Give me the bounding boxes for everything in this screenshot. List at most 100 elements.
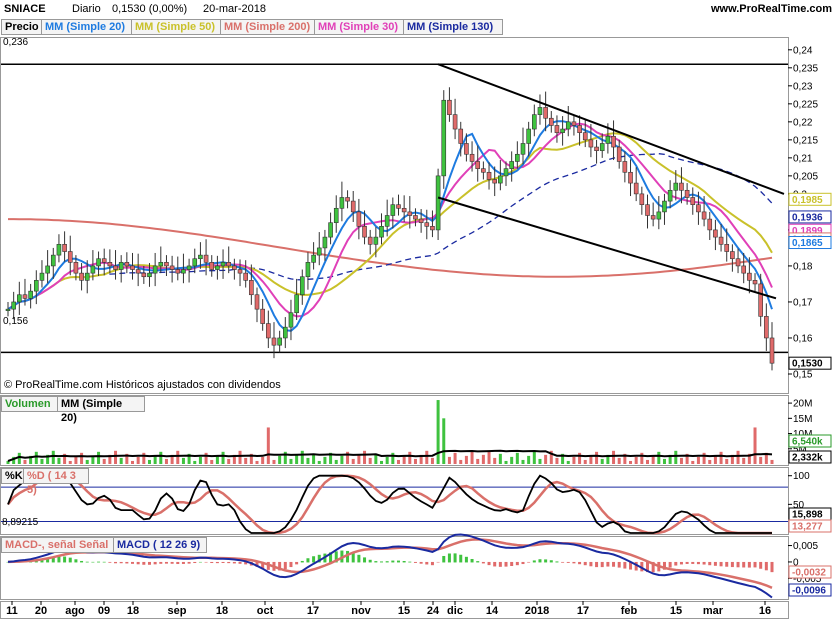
volume-bar — [238, 450, 242, 464]
candle-body — [696, 204, 701, 213]
volume-bar — [527, 455, 531, 464]
volume-ytick-label: 20M — [793, 399, 812, 410]
volume-bar — [481, 454, 485, 464]
volume-bar — [159, 451, 163, 464]
macd-histogram-bar — [119, 561, 123, 564]
candle-body — [548, 117, 554, 126]
candle-body — [758, 283, 763, 317]
volume-ytick-label: 15M — [793, 414, 812, 425]
macd-histogram-bar — [702, 561, 706, 565]
macd-histogram-bar — [102, 561, 106, 563]
volume-bar — [742, 457, 746, 464]
legend-d[interactable]: %D ( 14 3 5) — [23, 468, 89, 496]
macd-histogram-bar — [402, 560, 406, 563]
volume-bar — [317, 460, 321, 464]
candle-body — [186, 265, 192, 270]
macd-histogram-bar — [221, 561, 225, 563]
stoch-ytick-label: 100 — [793, 471, 810, 482]
volume-bar — [340, 455, 344, 464]
macd-histogram-bar — [555, 561, 559, 563]
volume-bar — [51, 450, 55, 464]
volume-bar — [147, 459, 151, 464]
candle-body — [203, 254, 209, 263]
macd-histogram-bar — [312, 556, 316, 563]
xtick-label: ago — [65, 605, 85, 617]
candle-body — [79, 272, 84, 281]
candle-body — [588, 139, 594, 148]
macd-histogram-bar — [696, 561, 700, 565]
candle-body — [299, 276, 305, 296]
volume-bar — [470, 451, 474, 464]
axes: 0,240,2350,230,2250,220,2150,210,2050,20… — [6, 45, 832, 617]
volume-bar — [555, 457, 559, 464]
candle-body — [311, 254, 316, 263]
candle-body — [152, 265, 158, 274]
candle-body — [413, 215, 418, 220]
macd-histogram-bar — [515, 561, 519, 566]
legend-macd[interactable]: MACD ( 12 26 9) — [113, 537, 207, 553]
macd-histogram-bar — [74, 559, 78, 563]
macd-histogram-bar — [396, 560, 400, 563]
candle-body — [339, 197, 345, 209]
candle-body — [328, 222, 333, 238]
volume-bar — [402, 455, 406, 464]
macd-histogram-bar — [759, 561, 763, 569]
volume-bar — [97, 451, 101, 464]
macd-histogram-bar — [685, 561, 689, 564]
legend-volumen[interactable]: Volumen — [1, 396, 59, 412]
level-low-label: 0,156 — [3, 316, 28, 327]
volume-bar — [57, 457, 61, 464]
candle-body — [305, 262, 311, 278]
volume-bar — [408, 451, 412, 464]
volume-tag-label: 2,332k — [792, 453, 823, 464]
legend-vol-mm20[interactable]: MM (Simple 20) — [57, 396, 145, 424]
legend-k[interactable]: %K — [1, 468, 25, 484]
candle-body — [594, 146, 599, 151]
xtick-label: 18 — [216, 605, 228, 617]
xtick-label: 09 — [98, 605, 110, 617]
candle-body — [656, 211, 662, 220]
macd-histogram-bar — [436, 561, 440, 563]
macd-histogram-bar — [498, 561, 502, 567]
candle-body — [5, 308, 11, 311]
macd-histogram-bar — [459, 554, 463, 563]
macd-histogram-bar — [504, 561, 508, 567]
candle-body — [418, 218, 424, 224]
legend-macd-signal[interactable]: MACD-, señal Señal — [1, 537, 115, 553]
macd-histogram-bar — [210, 561, 214, 564]
candle-body — [752, 280, 758, 285]
candle-body — [464, 143, 469, 155]
candle-body — [605, 135, 611, 144]
price-tag-label: 0,1865 — [792, 238, 823, 249]
macd-histogram-bar — [114, 561, 118, 564]
candle-body — [458, 128, 464, 144]
macd-histogram-bar — [68, 557, 72, 563]
macd-histogram-bar — [600, 561, 604, 568]
candle-body — [452, 114, 458, 130]
macd-histogram-bar — [63, 556, 67, 563]
volume-bar — [572, 456, 576, 464]
macd-histogram-bar — [147, 561, 151, 565]
candle-body — [169, 265, 175, 270]
volume-bar — [600, 458, 604, 464]
volume-bar — [74, 456, 78, 464]
volume-bar — [351, 458, 355, 464]
chart-canvas: 0,240,2350,230,2250,220,2150,210,2050,20… — [0, 37, 832, 619]
xtick-label: 16 — [759, 605, 771, 617]
candle-body — [764, 316, 769, 339]
volume-bar — [396, 459, 400, 464]
volume-bar — [227, 458, 231, 464]
macd-histogram-bar — [464, 556, 468, 563]
volume-bar — [679, 457, 683, 464]
candle-body — [650, 215, 656, 220]
candle-body — [107, 262, 113, 267]
volume-bar — [736, 450, 740, 464]
candle-body — [633, 182, 639, 195]
price-ytick-label: 0,24 — [793, 45, 813, 56]
macd-histogram-bar — [430, 561, 434, 566]
macd-histogram-bar — [300, 560, 304, 563]
candle-body — [707, 218, 713, 231]
price-ytick-label: 0,225 — [793, 99, 818, 110]
macd-histogram-bar — [583, 561, 587, 566]
macd-histogram-bar — [295, 561, 299, 565]
